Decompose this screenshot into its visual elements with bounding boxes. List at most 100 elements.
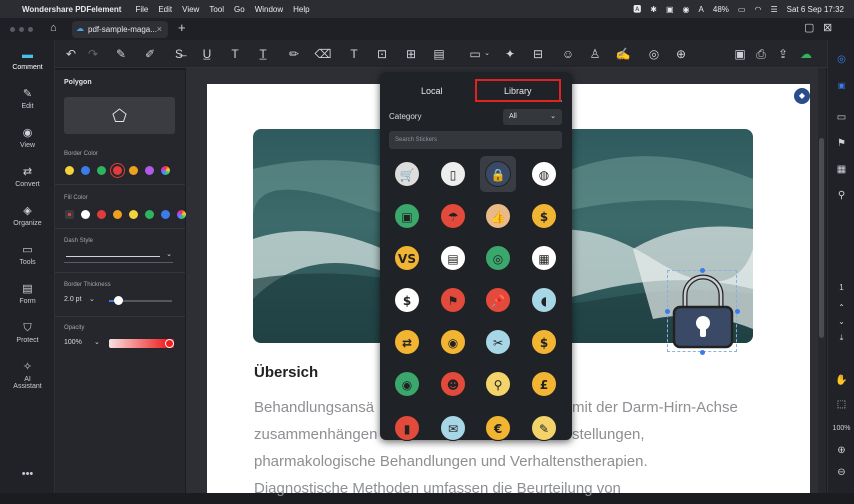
stamp-area-icon[interactable]: ⊟: [529, 45, 547, 63]
highlighter-icon[interactable]: ✎: [112, 45, 130, 63]
menu-edit[interactable]: Edit: [158, 5, 172, 14]
vertical-scrollbar[interactable]: [818, 68, 826, 493]
text-insert-icon[interactable]: T: [226, 45, 244, 63]
pin-icon[interactable]: ✦: [501, 45, 519, 63]
smartphone-sticker[interactable]: ▯: [435, 156, 471, 192]
share-icon[interactable]: ⇪: [774, 45, 792, 63]
callout-icon[interactable]: ⊞: [402, 45, 420, 63]
strikethrough-icon[interactable]: S̶: [170, 45, 188, 63]
note-icon[interactable]: ▤: [430, 45, 448, 63]
close-window-icon[interactable]: ⊠: [823, 21, 832, 34]
save-icon[interactable]: ▣: [731, 45, 749, 63]
magnifying-glass-sticker[interactable]: ⚲: [480, 366, 516, 402]
thickness-select[interactable]: 2.0 pt ⌄: [64, 296, 97, 307]
text-replace-icon[interactable]: T̲: [254, 45, 272, 63]
vs-badge-sticker[interactable]: VS: [389, 240, 425, 276]
calendar-sticker[interactable]: ▦: [526, 240, 562, 276]
textbox-icon[interactable]: ⊡: [373, 45, 391, 63]
magnifier-dollar-sticker[interactable]: $: [389, 282, 425, 318]
computer-mouse-sticker[interactable]: ◖: [526, 282, 562, 318]
menu-file[interactable]: File: [135, 5, 148, 14]
resize-handle[interactable]: [700, 350, 705, 355]
fill-color-swatch[interactable]: [161, 210, 170, 219]
resize-handle[interactable]: [735, 309, 740, 314]
money-bag-sticker[interactable]: $: [526, 324, 562, 360]
chat-pdf-icon[interactable]: ▣: [828, 78, 854, 94]
sticker-search-input[interactable]: Search Stickers: [389, 131, 562, 149]
home-icon[interactable]: ⌂: [50, 22, 57, 34]
shopping-cart-sticker[interactable]: 🛒: [389, 156, 425, 192]
undo-icon[interactable]: ↶: [62, 45, 80, 63]
border-color-swatch[interactable]: [161, 166, 170, 175]
padlock-sticker[interactable]: 🔒: [480, 156, 516, 192]
fit-page-icon[interactable]: ⬚: [828, 397, 854, 413]
envelope-sticker[interactable]: ✉: [435, 410, 471, 446]
money-hand-sticker[interactable]: $: [526, 198, 562, 234]
datetime[interactable]: Sat 6 Sep 17:32: [787, 5, 844, 14]
new-tab-icon[interactable]: +: [178, 20, 186, 35]
window-controls[interactable]: [10, 26, 33, 32]
thumbnail-icon[interactable]: ▦: [828, 162, 854, 178]
bluetooth-icon[interactable]: ✱: [650, 5, 657, 14]
show-comments-icon[interactable]: ◎: [645, 45, 663, 63]
area-highlight-icon[interactable]: ✐: [141, 45, 159, 63]
typewriter-icon[interactable]: T: [345, 45, 363, 63]
control-center-icon[interactable]: ☰: [770, 5, 777, 14]
last-page-icon[interactable]: ⤓: [828, 330, 854, 346]
umbrella-sticker[interactable]: ☂: [435, 198, 471, 234]
zoom-in-icon[interactable]: ⊕: [828, 443, 854, 459]
nav-comment[interactable]: ▬ Comment: [0, 48, 55, 84]
comment-panel-icon[interactable]: ▭: [828, 110, 854, 126]
shape-dropdown-icon[interactable]: ⌄: [478, 45, 496, 63]
minimize-icon[interactable]: ▢: [804, 21, 814, 34]
red-flag-sticker[interactable]: ⚑: [435, 282, 471, 318]
page-down-icon[interactable]: ⌄: [828, 314, 854, 330]
pound-bag-sticker[interactable]: £: [526, 366, 562, 402]
page-number[interactable]: 1: [828, 280, 854, 296]
globe-sticker[interactable]: ◍: [526, 156, 562, 192]
border-color-swatch[interactable]: [113, 166, 122, 175]
eye-sticker[interactable]: ◉: [389, 366, 425, 402]
ai-float-icon[interactable]: ◆: [794, 88, 810, 104]
border-color-swatch[interactable]: [81, 166, 90, 175]
comment-list-icon[interactable]: ⊕: [672, 45, 690, 63]
tab-local[interactable]: Local: [421, 86, 443, 96]
nav-form[interactable]: ▤ Form: [0, 282, 55, 318]
nav-protect[interactable]: ⛉ Protect: [0, 321, 55, 357]
signature-icon[interactable]: ✍: [614, 45, 632, 63]
status-s-icon[interactable]: ▣: [666, 5, 674, 14]
scissors-sticker[interactable]: ✂: [480, 324, 516, 360]
sticker-icon[interactable]: ☺: [559, 45, 577, 63]
more-icon[interactable]: •••: [0, 468, 55, 504]
fill-color-swatch[interactable]: [81, 210, 90, 219]
border-color-swatch[interactable]: [65, 166, 74, 175]
nav-edit[interactable]: ✎ Edit: [0, 87, 55, 123]
pushpin-sticker[interactable]: 📌: [480, 282, 516, 318]
fill-color-swatch[interactable]: [97, 210, 106, 219]
nav-tools[interactable]: ▭ Tools: [0, 243, 55, 279]
fill-color-swatch[interactable]: [145, 210, 154, 219]
placed-lock-sticker[interactable]: [667, 270, 737, 352]
thumbs-up-sticker[interactable]: 👍: [480, 198, 516, 234]
ai-sidebar-icon[interactable]: ◎: [828, 52, 854, 68]
input-a-icon[interactable]: A: [699, 5, 704, 14]
medal-sticker[interactable]: ◉: [435, 324, 471, 360]
floppy-disk-sticker[interactable]: ▣: [389, 198, 425, 234]
stamp-icon[interactable]: ♙: [586, 45, 604, 63]
fill-color-swatch[interactable]: [129, 210, 138, 219]
fill-color-swatch[interactable]: [113, 210, 122, 219]
app-name[interactable]: Wondershare PDFelement: [22, 5, 121, 14]
resize-handle[interactable]: [700, 268, 705, 273]
border-color-swatch[interactable]: [97, 166, 106, 175]
menu-window[interactable]: Window: [255, 5, 283, 14]
scrollbar-thumb[interactable]: [819, 138, 824, 338]
cloud-sync-icon[interactable]: ☁: [797, 45, 815, 63]
eraser-icon[interactable]: ⌫: [314, 45, 332, 63]
menu-tool[interactable]: Tool: [209, 5, 224, 14]
resize-handle[interactable]: [665, 309, 670, 314]
thickness-slider-handle[interactable]: [114, 296, 123, 305]
border-color-swatch[interactable]: [145, 166, 154, 175]
target-sticker[interactable]: ◎: [480, 240, 516, 276]
bar-chart-sticker[interactable]: ▮: [389, 410, 425, 446]
menu-help[interactable]: Help: [293, 5, 309, 14]
